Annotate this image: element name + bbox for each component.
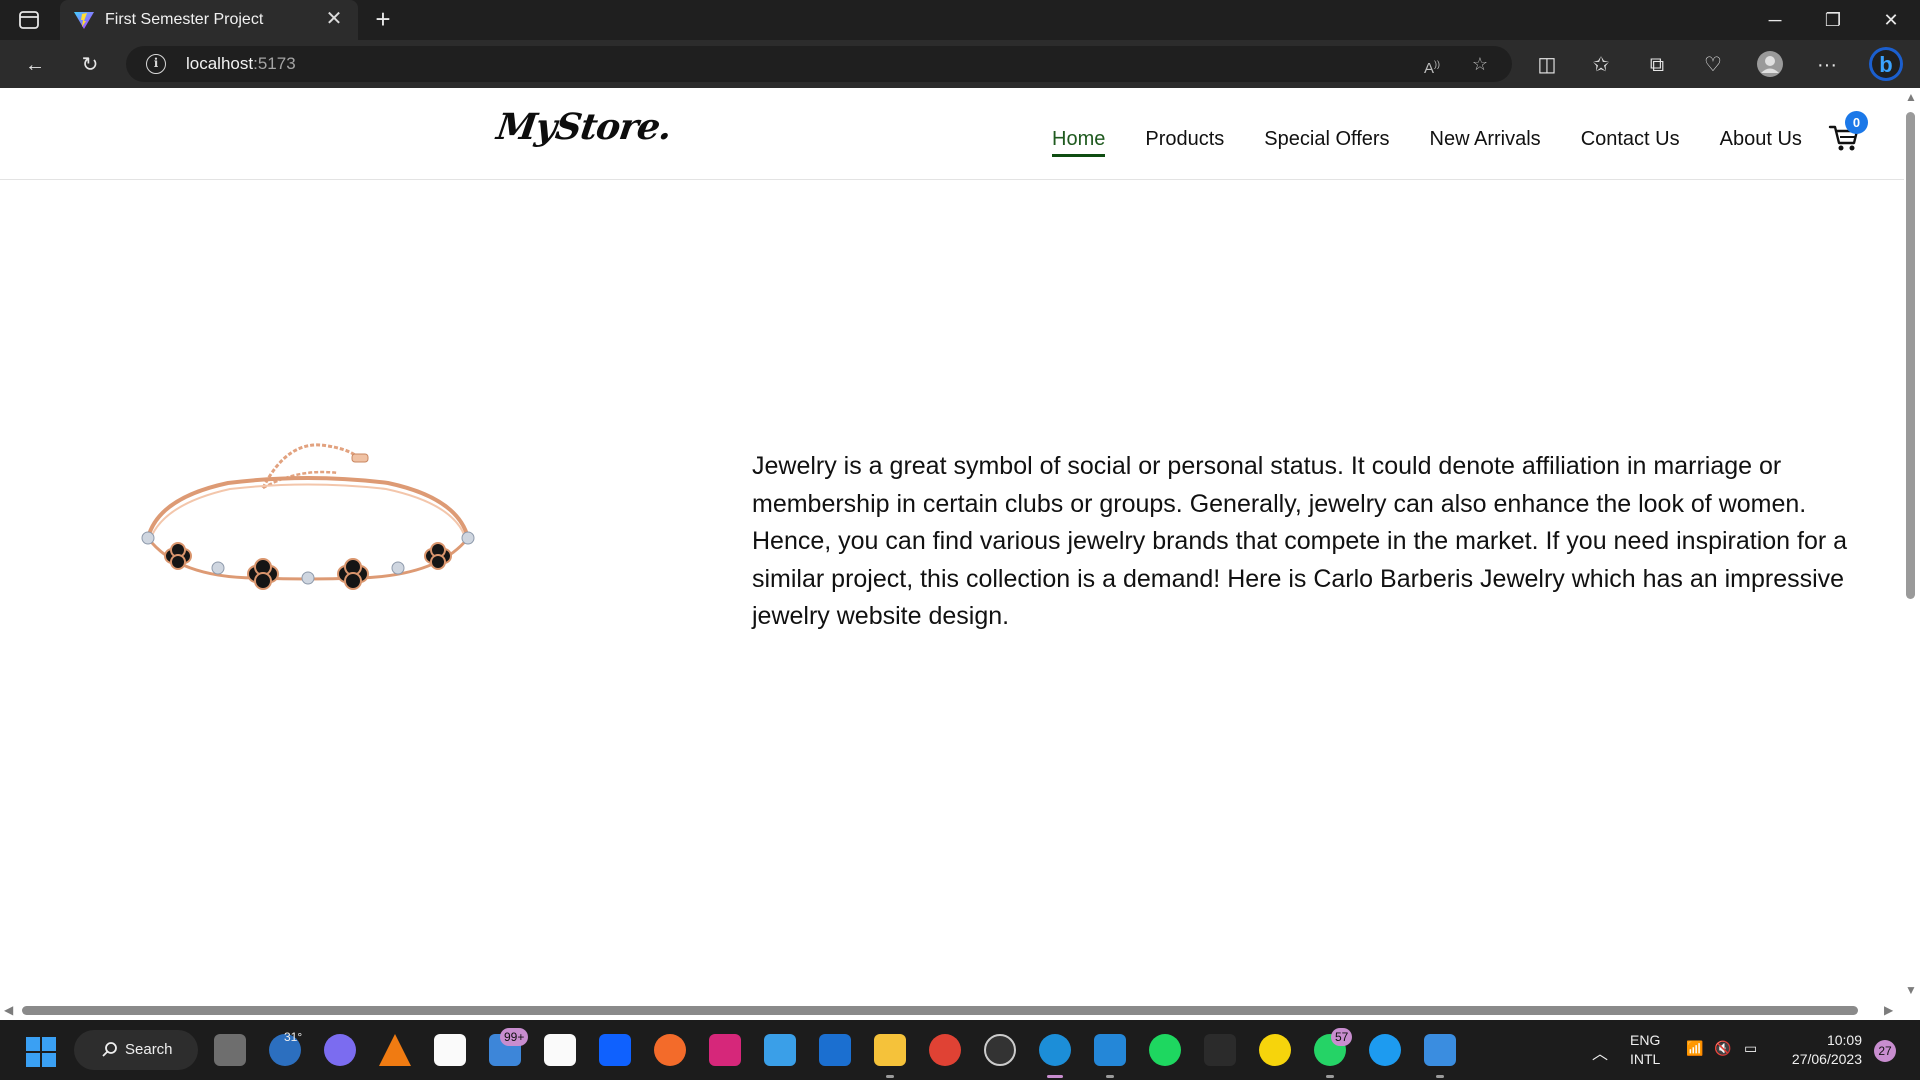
movies-tv-icon[interactable]: [819, 1034, 851, 1066]
bracelet-image: [141, 443, 475, 590]
new-tab-button[interactable]: +: [369, 6, 397, 34]
amazon-icon[interactable]: [544, 1034, 576, 1066]
close-window-icon[interactable]: ✕: [1878, 8, 1904, 32]
scroll-up-icon[interactable]: ▲: [1905, 90, 1917, 104]
show-hidden-icons-chevron-icon[interactable]: ︿: [1592, 1040, 1608, 1064]
task-view-icon[interactable]: [214, 1034, 246, 1066]
notepad-icon[interactable]: [764, 1034, 796, 1066]
active-indicator: [1047, 1075, 1063, 1078]
restore-icon[interactable]: ❐: [1820, 8, 1846, 32]
collections-icon[interactable]: ⧉: [1642, 50, 1672, 80]
volume-muted-icon[interactable]: 🔇: [1714, 1040, 1731, 1057]
weather-temp: 31°: [284, 1030, 303, 1044]
firefox-icon[interactable]: [654, 1034, 686, 1066]
microsoft-store-icon[interactable]: [434, 1034, 466, 1066]
svg-text:b: b: [1879, 52, 1892, 77]
site-info-icon[interactable]: i: [146, 54, 166, 74]
scroll-down-icon[interactable]: ▼: [1905, 983, 1917, 997]
spotify-icon[interactable]: [1149, 1034, 1181, 1066]
vscode-icon[interactable]: [1094, 1034, 1126, 1066]
scroll-left-icon[interactable]: ◀: [4, 1003, 13, 1017]
nav-special-offers[interactable]: Special Offers: [1264, 128, 1389, 157]
address-url[interactable]: localhost:5173: [186, 54, 296, 74]
search-icon: [102, 1042, 117, 1057]
more-options-icon[interactable]: ···: [1812, 50, 1842, 80]
nav-new-arrivals[interactable]: New Arrivals: [1430, 128, 1541, 157]
favorite-star-icon[interactable]: ☆: [1466, 50, 1494, 78]
nav-home[interactable]: Home: [1052, 128, 1106, 157]
nav-about-us[interactable]: About Us: [1720, 128, 1802, 157]
mail-badge: 99+: [500, 1028, 529, 1046]
mystore-logo[interactable]: MyStore.: [494, 106, 674, 148]
browser-essentials-icon[interactable]: ♡: [1698, 50, 1728, 80]
clock[interactable]: 10:09 27/06/2023: [1782, 1031, 1862, 1069]
tab-actions-icon[interactable]: [18, 10, 40, 30]
paint-icon[interactable]: [1424, 1034, 1456, 1066]
split-screen-icon[interactable]: ◫: [1532, 50, 1562, 80]
scroll-right-icon[interactable]: ▶: [1884, 1003, 1893, 1017]
site-header: MyStore. Home Products Special Offers Ne…: [0, 88, 1904, 180]
notification-count-badge[interactable]: 27: [1874, 1040, 1896, 1062]
web-page: MyStore. Home Products Special Offers Ne…: [0, 88, 1904, 1000]
running-indicator: [1106, 1075, 1114, 1078]
battery-icon[interactable]: ▭: [1744, 1040, 1757, 1057]
running-indicator: [886, 1075, 894, 1078]
vite-favicon-icon: [74, 12, 94, 29]
horizontal-scroll-thumb[interactable]: [22, 1006, 1858, 1015]
main-navigation: Home Products Special Offers New Arrival…: [1052, 128, 1802, 157]
whatsapp-badge: 57: [1331, 1028, 1353, 1046]
profile-avatar-icon[interactable]: [1756, 50, 1784, 78]
instagram-icon[interactable]: [709, 1034, 741, 1066]
dropbox-icon[interactable]: [599, 1034, 631, 1066]
browser-toolbar: ← ↻ i localhost:5173 A)) ☆ ◫ ✩ ⧉ ♡ ··· b: [0, 40, 1920, 88]
media-player-icon[interactable]: [984, 1034, 1016, 1066]
vertical-scroll-thumb[interactable]: [1906, 112, 1915, 599]
twitter-icon[interactable]: [1369, 1034, 1401, 1066]
wifi-icon[interactable]: 📶: [1686, 1040, 1703, 1057]
file-explorer-icon[interactable]: [874, 1034, 906, 1066]
vlc-icon[interactable]: [379, 1034, 411, 1066]
app-a-icon[interactable]: [1259, 1034, 1291, 1066]
tab-title: First Semester Project: [105, 11, 264, 28]
taskbar-search[interactable]: Search: [74, 1030, 198, 1070]
back-arrow-icon[interactable]: ←: [20, 50, 50, 80]
language-indicator[interactable]: ENG INTL: [1630, 1031, 1660, 1069]
audiomack-icon[interactable]: [1204, 1034, 1236, 1066]
bing-copilot-icon[interactable]: b: [1868, 46, 1904, 82]
browser-tab[interactable]: First Semester Project ✕: [60, 0, 358, 40]
nav-contact-us[interactable]: Contact Us: [1581, 128, 1680, 157]
teams-chat-icon[interactable]: [324, 1034, 356, 1066]
windows-start-icon[interactable]: [26, 1037, 56, 1067]
edge-icon[interactable]: [1039, 1034, 1071, 1066]
read-aloud-icon[interactable]: A)): [1418, 50, 1446, 78]
search-label: Search: [125, 1041, 173, 1058]
chrome-icon[interactable]: [929, 1034, 961, 1066]
nav-products[interactable]: Products: [1145, 128, 1224, 157]
minimize-icon[interactable]: ─: [1762, 8, 1788, 32]
running-indicator: [1436, 1075, 1444, 1078]
refresh-icon[interactable]: ↻: [75, 50, 105, 80]
windows-taskbar: Search 31° 99+ 57 ︿ ENG INTL 📶 🔇 ▭ 10:09 2…: [0, 1020, 1920, 1080]
cart-count-badge: 0: [1845, 111, 1868, 134]
close-tab-icon[interactable]: ✕: [324, 9, 344, 29]
browser-tab-bar: First Semester Project ✕ + ─ ❐ ✕: [0, 0, 1920, 40]
address-bar[interactable]: i localhost:5173 A)) ☆: [126, 46, 1512, 82]
running-indicator: [1326, 1075, 1334, 1078]
hero-description: Jewelry is a great symbol of social or p…: [752, 452, 1848, 630]
favorites-icon[interactable]: ✩: [1586, 50, 1616, 80]
